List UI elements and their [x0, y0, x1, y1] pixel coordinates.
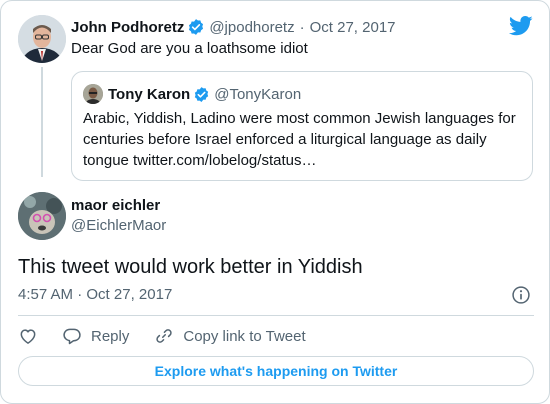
thread-connector-line — [41, 67, 43, 177]
avatar-maor-eichler[interactable] — [18, 192, 66, 240]
tweet-timestamp[interactable]: 4:57 AM · Oct 27, 2017 — [18, 286, 172, 303]
author-name[interactable]: maor eichler — [71, 197, 160, 214]
copy-link-label: Copy link to Tweet — [183, 327, 306, 345]
divider — [18, 315, 534, 316]
parent-tweet-header: John Podhoretz @jpodhoretz · Oct 27, 201… — [71, 17, 396, 37]
verified-badge-icon — [187, 18, 205, 36]
heart-icon — [20, 329, 36, 344]
reply-label: Reply — [91, 327, 130, 345]
explore-twitter-button[interactable]: Explore what's happening on Twitter — [18, 356, 534, 386]
twitter-bird-icon[interactable] — [509, 15, 533, 37]
speech-bubble-icon — [63, 328, 81, 345]
tweet-actions-bar: Reply Copy link to Tweet — [18, 325, 306, 347]
like-button[interactable] — [18, 326, 38, 346]
author-name[interactable]: John Podhoretz — [71, 19, 184, 36]
quoted-author-name: Tony Karon — [108, 85, 191, 103]
dot-separator: · — [299, 18, 305, 36]
tweet-date[interactable]: Oct 27, 2017 — [86, 286, 172, 303]
parent-tweet-text: Dear God are you a loathsome idiot — [71, 40, 308, 57]
quoted-tweet-card[interactable]: Tony Karon @TonyKaron Arabic, Yiddish, L… — [71, 71, 533, 181]
quoted-tweet-header: Tony Karon @TonyKaron — [108, 84, 301, 104]
quoted-tweet-text: Arabic, Yiddish, Ladino were most common… — [83, 110, 516, 169]
main-tweet-text: This tweet would work better in Yiddish — [18, 256, 363, 278]
verified-badge-icon — [193, 86, 210, 103]
link-icon — [156, 329, 173, 343]
author-handle[interactable]: @EichlerMaor — [71, 217, 166, 234]
reply-button[interactable]: Reply — [62, 326, 129, 346]
quoted-author-handle: @TonyKaron — [214, 85, 302, 103]
avatar-john-podhoretz[interactable] — [18, 15, 66, 63]
info-icon[interactable] — [511, 285, 531, 305]
dot-separator: · — [77, 286, 83, 303]
author-handle[interactable]: @jpodhoretz — [209, 19, 294, 36]
embedded-tweet-card: John Podhoretz @jpodhoretz · Oct 27, 201… — [0, 0, 550, 404]
tweet-time[interactable]: 4:57 AM — [18, 286, 73, 303]
avatar-tony-karon — [83, 84, 103, 104]
tweet-date[interactable]: Oct 27, 2017 — [310, 19, 396, 36]
copy-link-button[interactable]: Copy link to Tweet — [154, 326, 306, 346]
